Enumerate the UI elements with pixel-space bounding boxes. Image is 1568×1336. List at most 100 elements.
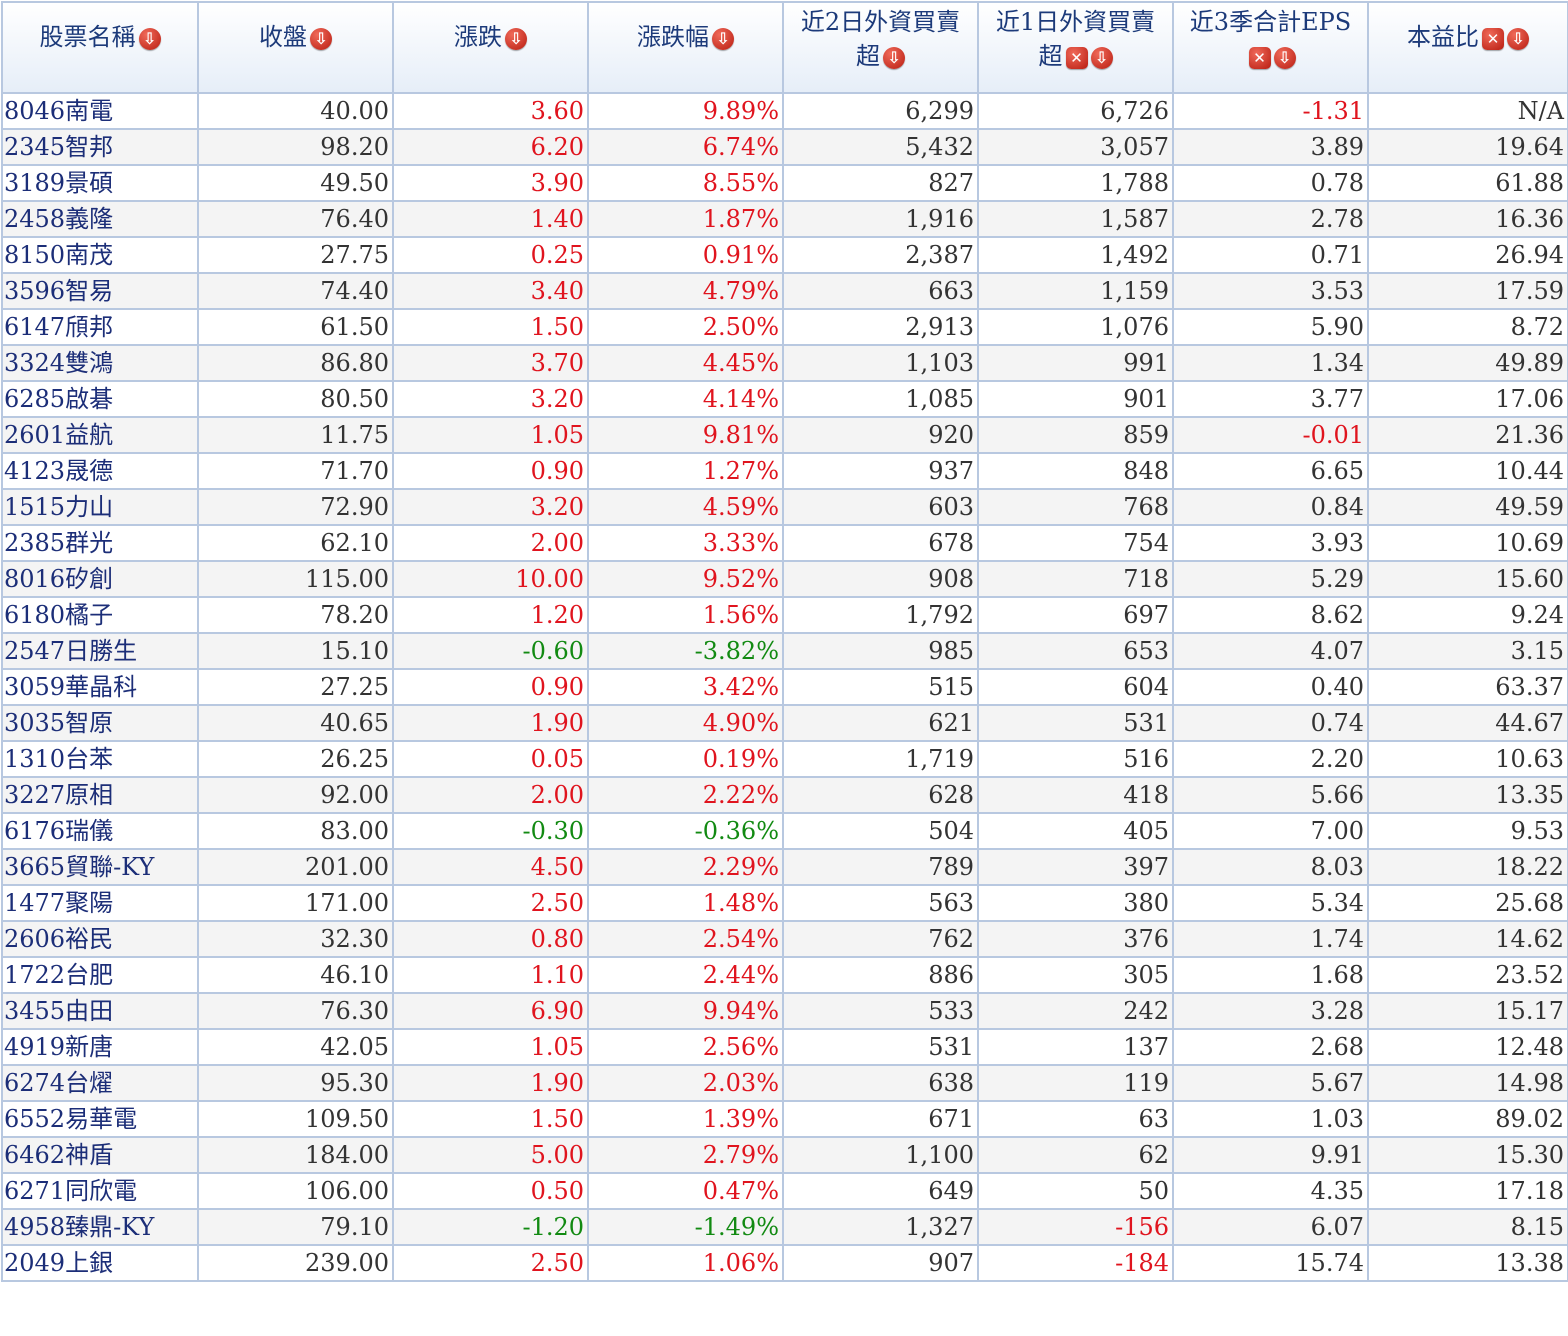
change-cell: 0.90 xyxy=(392,668,589,706)
stock-name-cell[interactable]: 8150南茂 xyxy=(1,236,199,274)
eps-cell: 5.66 xyxy=(1172,776,1369,814)
close-cell: 71.70 xyxy=(197,452,394,490)
foreign-2day-cell: 663 xyxy=(782,272,979,310)
table-row: 1310台苯 26.25 0.05 0.19% 1,719 516 2.20 10.63 xyxy=(1,740,1568,778)
sort-down-icon[interactable]: ⇩ xyxy=(1090,46,1113,69)
change-pct-cell: 1.39% xyxy=(587,1100,784,1138)
remove-column-icon[interactable]: ✕ xyxy=(1248,46,1271,69)
close-cell: 42.05 xyxy=(197,1028,394,1066)
stock-name-cell[interactable]: 1477聚陽 xyxy=(1,884,199,922)
stock-name-cell[interactable]: 1722台肥 xyxy=(1,956,199,994)
change-cell: 3.90 xyxy=(392,164,589,202)
pe-cell: 3.15 xyxy=(1367,632,1568,670)
table-row: 8150南茂 27.75 0.25 0.91% 2,387 1,492 0.71 26.94 xyxy=(1,236,1568,274)
change-pct-cell: -1.49% xyxy=(587,1208,784,1246)
change-cell: 1.20 xyxy=(392,596,589,634)
stock-name-cell[interactable]: 2547日勝生 xyxy=(1,632,199,670)
pe-cell: 13.35 xyxy=(1367,776,1568,814)
eps-cell: 5.67 xyxy=(1172,1064,1369,1102)
table-row: 6285啟碁 80.50 3.20 4.14% 1,085 901 3.77 17.06 xyxy=(1,380,1568,418)
stock-name-cell[interactable]: 6147頎邦 xyxy=(1,308,199,346)
table-row: 6462神盾 184.00 5.00 2.79% 1,100 62 9.91 15.30 xyxy=(1,1136,1568,1174)
pe-cell: 14.98 xyxy=(1367,1064,1568,1102)
stock-name-cell[interactable]: 3455由田 xyxy=(1,992,199,1030)
close-cell: 171.00 xyxy=(197,884,394,922)
foreign-1day-cell: 653 xyxy=(977,632,1174,670)
sort-down-icon[interactable]: ⇩ xyxy=(712,27,734,50)
change-pct-cell: 1.48% xyxy=(587,884,784,922)
foreign-1day-cell: 1,492 xyxy=(977,236,1174,274)
sort-down-icon[interactable]: ⇩ xyxy=(310,27,332,50)
header-eps[interactable]: 近3季合計EPS ✕ ⇩ xyxy=(1172,1,1369,94)
eps-cell: 0.40 xyxy=(1172,668,1369,706)
stock-name-cell[interactable]: 2601益航 xyxy=(1,416,199,454)
table-body: 8046南電 40.00 3.60 9.89% 6,299 6,726 -1.31 N/A 23… xyxy=(1,92,1568,1282)
stock-name-cell[interactable]: 6271同欣電 xyxy=(1,1172,199,1210)
pe-cell: 15.60 xyxy=(1367,560,1568,598)
foreign-2day-cell: 563 xyxy=(782,884,979,922)
foreign-1day-cell: 991 xyxy=(977,344,1174,382)
stock-name-cell[interactable]: 8016矽創 xyxy=(1,560,199,598)
foreign-2day-cell: 5,432 xyxy=(782,128,979,166)
eps-cell: 5.34 xyxy=(1172,884,1369,922)
eps-cell: 4.35 xyxy=(1172,1172,1369,1210)
pe-cell: 49.59 xyxy=(1367,488,1568,526)
sort-down-icon[interactable]: ⇩ xyxy=(883,46,905,69)
stock-name-cell[interactable]: 2606裕民 xyxy=(1,920,199,958)
stock-name-cell[interactable]: 6552易華電 xyxy=(1,1100,199,1138)
stock-name-cell[interactable]: 3059華晶科 xyxy=(1,668,199,706)
close-cell: 74.40 xyxy=(197,272,394,310)
stock-name-cell[interactable]: 6462神盾 xyxy=(1,1136,199,1174)
header-stock-name[interactable]: 股票名稱 ⇩ xyxy=(1,1,199,94)
sort-down-icon[interactable]: ⇩ xyxy=(1273,46,1296,69)
remove-column-icon[interactable]: ✕ xyxy=(1482,27,1504,50)
header-close[interactable]: 收盤 ⇩ xyxy=(197,1,394,94)
stock-name-cell[interactable]: 6176瑞儀 xyxy=(1,812,199,850)
stock-name-cell[interactable]: 4123晟德 xyxy=(1,452,199,490)
stock-name-cell[interactable]: 8046南電 xyxy=(1,92,199,130)
stock-name-cell[interactable]: 3227原相 xyxy=(1,776,199,814)
close-cell: 49.50 xyxy=(197,164,394,202)
header-change-pct[interactable]: 漲跌幅 ⇩ xyxy=(587,1,784,94)
header-foreign-1day[interactable]: 近1日外資買賣 超 ✕ ⇩ xyxy=(977,1,1174,94)
foreign-1day-cell: 1,076 xyxy=(977,308,1174,346)
sort-down-icon[interactable]: ⇩ xyxy=(138,27,161,50)
stock-name-cell[interactable]: 2345智邦 xyxy=(1,128,199,166)
eps-cell: 1.74 xyxy=(1172,920,1369,958)
stock-name-cell[interactable]: 6285啟碁 xyxy=(1,380,199,418)
change-pct-cell: 8.55% xyxy=(587,164,784,202)
header-change[interactable]: 漲跌 ⇩ xyxy=(392,1,589,94)
stock-name-cell[interactable]: 2049上銀 xyxy=(1,1244,199,1282)
stock-name-cell[interactable]: 1515力山 xyxy=(1,488,199,526)
foreign-1day-cell: 305 xyxy=(977,956,1174,994)
header-foreign-2day[interactable]: 近2日外資買賣 超 ⇩ xyxy=(782,1,979,94)
change-pct-cell: 4.59% xyxy=(587,488,784,526)
close-cell: 15.10 xyxy=(197,632,394,670)
stock-name-cell[interactable]: 2458義隆 xyxy=(1,200,199,238)
pe-cell: 19.64 xyxy=(1367,128,1568,166)
pe-cell: 89.02 xyxy=(1367,1100,1568,1138)
sort-down-icon[interactable]: ⇩ xyxy=(505,27,527,50)
change-pct-cell: 2.56% xyxy=(587,1028,784,1066)
stock-name-cell[interactable]: 3324雙鴻 xyxy=(1,344,199,382)
stock-name-cell[interactable]: 4919新唐 xyxy=(1,1028,199,1066)
foreign-1day-cell: 405 xyxy=(977,812,1174,850)
eps-cell: 9.91 xyxy=(1172,1136,1369,1174)
remove-column-icon[interactable]: ✕ xyxy=(1065,46,1088,69)
stock-name-cell[interactable]: 6180橘子 xyxy=(1,596,199,634)
foreign-2day-cell: 531 xyxy=(782,1028,979,1066)
stock-name-cell[interactable]: 2385群光 xyxy=(1,524,199,562)
stock-name-cell[interactable]: 6274台燿 xyxy=(1,1064,199,1102)
foreign-1day-cell: 859 xyxy=(977,416,1174,454)
stock-name-cell[interactable]: 1310台苯 xyxy=(1,740,199,778)
change-cell: 1.50 xyxy=(392,1100,589,1138)
pe-cell: 9.24 xyxy=(1367,596,1568,634)
stock-name-cell[interactable]: 3596智易 xyxy=(1,272,199,310)
header-pe[interactable]: 本益比 ✕ ⇩ xyxy=(1367,1,1568,94)
stock-name-cell[interactable]: 3035智原 xyxy=(1,704,199,742)
stock-name-cell[interactable]: 3189景碩 xyxy=(1,164,199,202)
sort-down-icon[interactable]: ⇩ xyxy=(1507,27,1529,50)
stock-name-cell[interactable]: 4958臻鼎-KY xyxy=(1,1208,199,1246)
change-pct-cell: 2.22% xyxy=(587,776,784,814)
stock-name-cell[interactable]: 3665貿聯-KY xyxy=(1,848,199,886)
